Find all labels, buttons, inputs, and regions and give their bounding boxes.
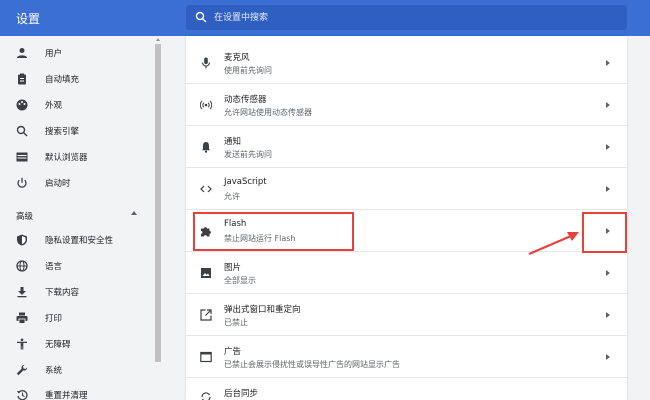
setting-row-popups[interactable]: 弹出式窗口和重定向 已禁止 — [186, 294, 627, 336]
sidebar-item-label: 搜索引擎 — [45, 127, 80, 137]
annotation-arrow — [528, 232, 579, 256]
chevron-right-icon[interactable] — [606, 270, 610, 276]
setting-subtitle: 允许 — [224, 192, 240, 201]
page-title: 设置 — [16, 12, 41, 26]
sidebar-item-on-startup[interactable]: 启动时 — [0, 171, 150, 195]
sidebar-item-system[interactable]: 系统 — [0, 358, 150, 382]
wrench-icon — [15, 363, 29, 377]
clipboard-icon — [15, 72, 29, 86]
sidebar-item-appearance[interactable]: 外观 — [0, 93, 150, 117]
search-icon — [15, 124, 29, 138]
search-icon — [195, 11, 207, 23]
image-icon — [199, 266, 213, 280]
ad-icon — [199, 350, 213, 364]
scroll-up-arrow-icon[interactable] — [156, 38, 160, 41]
collapse-caret-icon[interactable] — [131, 211, 137, 215]
bell-icon — [199, 140, 213, 154]
arrow-highlight-box — [582, 212, 627, 253]
browser-icon — [15, 150, 29, 164]
sidebar-item-printing[interactable]: 打印 — [0, 306, 150, 330]
setting-row-background-sync[interactable]: 后台同步 — [186, 378, 627, 400]
sidebar-item-label: 外观 — [45, 101, 63, 111]
sidebar-item-label: 默认浏览器 — [45, 153, 88, 163]
setting-row-images[interactable]: 图片 全部显示 — [186, 252, 627, 294]
sidebar-item-people[interactable]: 用户 — [0, 41, 150, 65]
setting-row-ads[interactable]: 广告 已禁止会展示侵扰性或误导性广告的网站显示广告 — [186, 336, 627, 378]
chevron-right-icon[interactable] — [606, 60, 610, 66]
shield-icon — [15, 233, 29, 247]
sidebar-item-label: 系统 — [45, 366, 63, 376]
setting-row-javascript[interactable]: JavaScript 允许 — [186, 168, 627, 210]
setting-title: 广告 — [224, 347, 242, 357]
sidebar-scrollbar-thumb[interactable] — [155, 44, 161, 362]
chevron-right-icon[interactable] — [606, 312, 610, 318]
chevron-right-icon[interactable] — [606, 102, 610, 108]
sensor-icon — [199, 98, 213, 112]
chevron-right-icon[interactable] — [606, 186, 610, 192]
sidebar-item-label: 下载内容 — [45, 288, 80, 298]
setting-subtitle: 发送前先询问 — [224, 150, 272, 159]
search-input[interactable] — [214, 5, 614, 30]
sidebar-item-downloads[interactable]: 下载内容 — [0, 280, 150, 304]
flash-highlight-box — [193, 212, 354, 251]
search-box[interactable] — [186, 5, 627, 30]
chevron-right-icon[interactable] — [606, 354, 610, 360]
person-icon — [15, 46, 29, 60]
setting-row-motion-sensors[interactable]: 动态传感器 允许网站使用动态传感器 — [186, 84, 627, 126]
sidebar-item-label: 用户 — [45, 49, 63, 59]
power-icon — [15, 176, 29, 190]
printer-icon — [15, 311, 29, 325]
sidebar-item-search-engine[interactable]: 搜索引擎 — [0, 119, 150, 143]
setting-row-notifications[interactable]: 通知 发送前先询问 — [186, 126, 627, 168]
setting-subtitle: 全部显示 — [224, 276, 256, 285]
setting-subtitle: 已禁止会展示侵扰性或误导性广告的网站显示广告 — [224, 360, 400, 369]
download-icon — [15, 285, 29, 299]
setting-title: 后台同步 — [224, 389, 259, 399]
setting-subtitle: 允许网站使用动态传感器 — [224, 108, 312, 117]
setting-title: JavaScript — [224, 177, 267, 187]
setting-title: 图片 — [224, 263, 242, 273]
setting-title: 通知 — [224, 137, 242, 147]
sidebar-item-label: 打印 — [45, 314, 63, 324]
chevron-right-icon[interactable] — [606, 144, 610, 150]
sidebar-item-autofill[interactable]: 自动填充 — [0, 67, 150, 91]
setting-title: 动态传感器 — [224, 95, 267, 105]
sidebar-item-privacy[interactable]: 隐私设置和安全性 — [0, 228, 150, 252]
history-icon — [15, 388, 29, 400]
sync-icon — [199, 390, 213, 400]
sidebar-item-default-browser[interactable]: 默认浏览器 — [0, 145, 150, 169]
sidebar-item-label: 自动填充 — [45, 75, 80, 85]
code-icon — [199, 182, 213, 196]
sidebar: 用户 自动填充 外观 搜索引擎 默认浏览器 启动时 高级 隐私设置和安全性 语言… — [0, 36, 163, 400]
setting-title: 麦克风 — [224, 53, 250, 63]
palette-icon — [15, 98, 29, 112]
setting-row-microphone[interactable]: 麦克风 使用前先询问 — [186, 42, 627, 84]
sidebar-item-languages[interactable]: 语言 — [0, 254, 150, 278]
setting-subtitle: 已禁止 — [224, 318, 248, 327]
sidebar-item-accessibility[interactable]: 无障碍 — [0, 332, 150, 356]
advanced-section-label[interactable]: 高级 — [16, 210, 33, 222]
sidebar-item-label: 启动时 — [45, 179, 71, 189]
microphone-icon — [199, 56, 213, 70]
sidebar-item-label: 语言 — [45, 262, 63, 272]
setting-title: 弹出式窗口和重定向 — [224, 305, 301, 315]
accessibility-icon — [15, 337, 29, 351]
globe-icon — [15, 259, 29, 273]
setting-subtitle: 使用前先询问 — [224, 66, 272, 75]
sidebar-item-reset[interactable]: 重置并清理 — [0, 383, 150, 400]
settings-header: 设置 — [0, 0, 650, 36]
sidebar-item-label: 重置并清理 — [45, 391, 88, 400]
sidebar-item-label: 隐私设置和安全性 — [45, 236, 114, 246]
sidebar-item-label: 无障碍 — [45, 340, 71, 350]
popup-icon — [199, 308, 213, 322]
